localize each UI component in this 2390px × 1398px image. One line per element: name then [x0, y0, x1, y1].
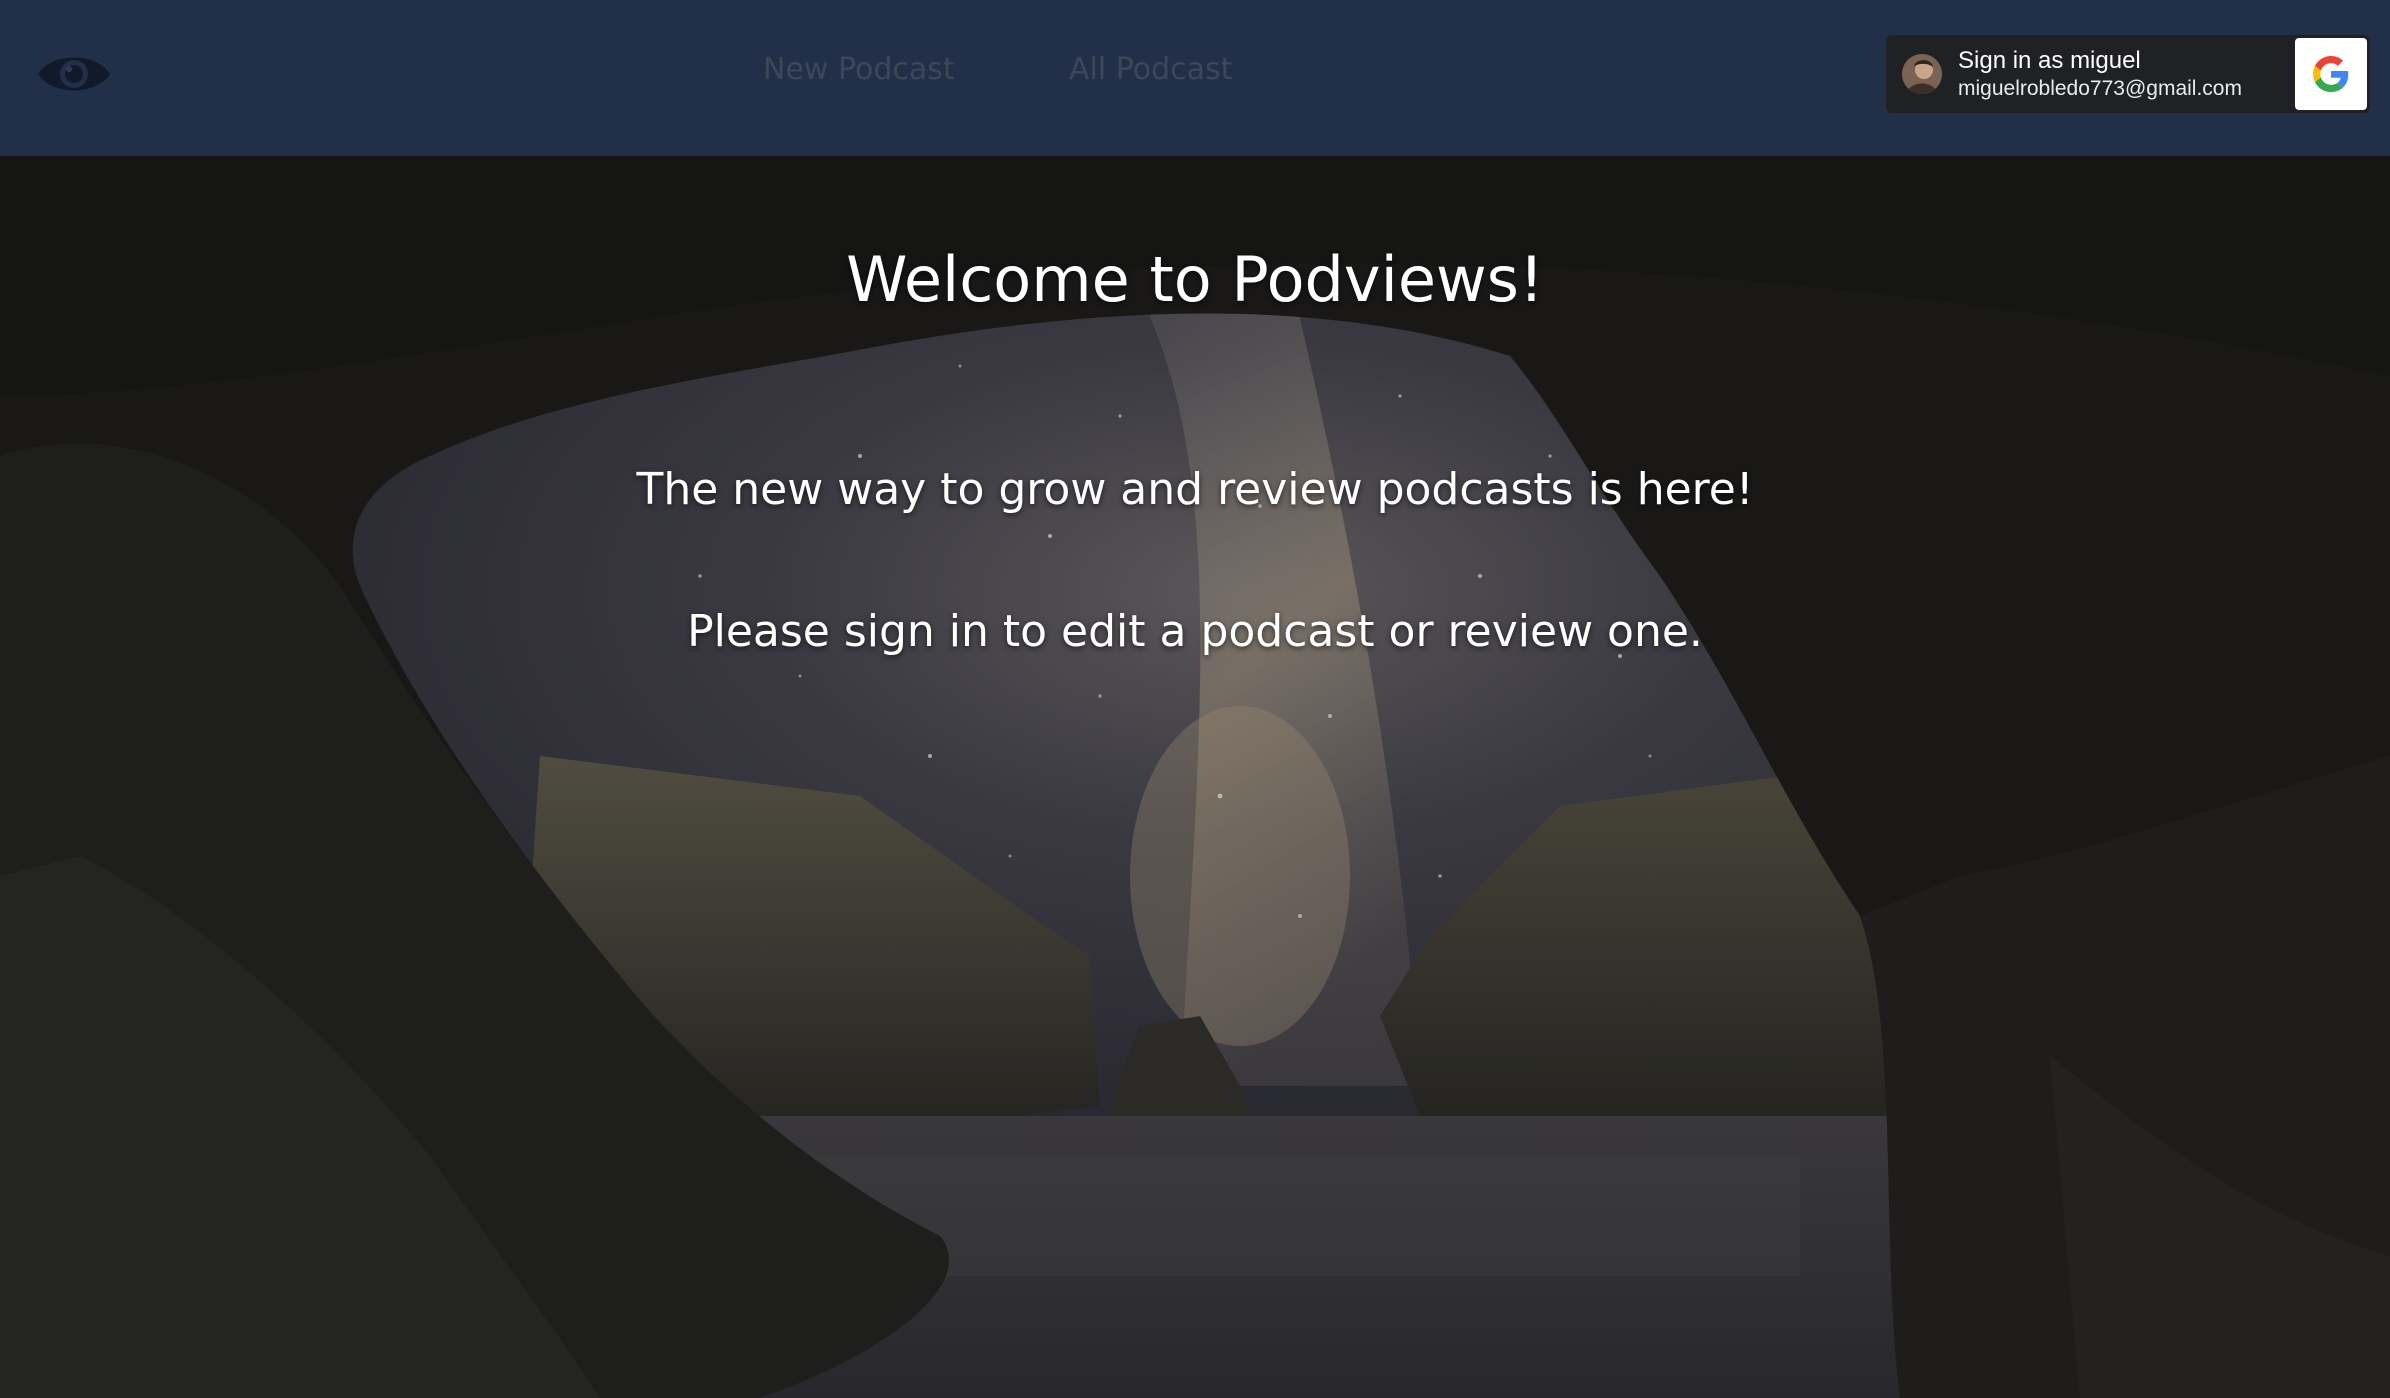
hero-tagline: The new way to grow and review podcasts …	[636, 464, 1754, 515]
nav-link-new-podcast[interactable]: New Podcast	[763, 52, 955, 87]
google-signin-button[interactable]: Sign in as miguel miguelrobledo773@gmail…	[1886, 35, 2370, 113]
google-g-icon	[2295, 38, 2367, 110]
signin-email-label: miguelrobledo773@gmail.com	[1958, 77, 2242, 100]
page-title: Welcome to Podviews!	[846, 243, 1544, 316]
hero-background-image	[0, 156, 2390, 1398]
signin-name-label: Sign in as miguel	[1958, 47, 2141, 74]
hero-section: Welcome to Podviews! The new way to grow…	[0, 156, 2390, 1398]
navbar: New Podcast All Podcast Sign in as migue…	[0, 0, 2390, 156]
nav-link-all-podcast[interactable]: All Podcast	[1069, 52, 1232, 87]
signin-prompt: Please sign in to edit a podcast or revi…	[687, 606, 1703, 657]
eye-icon[interactable]	[36, 46, 112, 102]
avatar	[1902, 54, 1942, 94]
